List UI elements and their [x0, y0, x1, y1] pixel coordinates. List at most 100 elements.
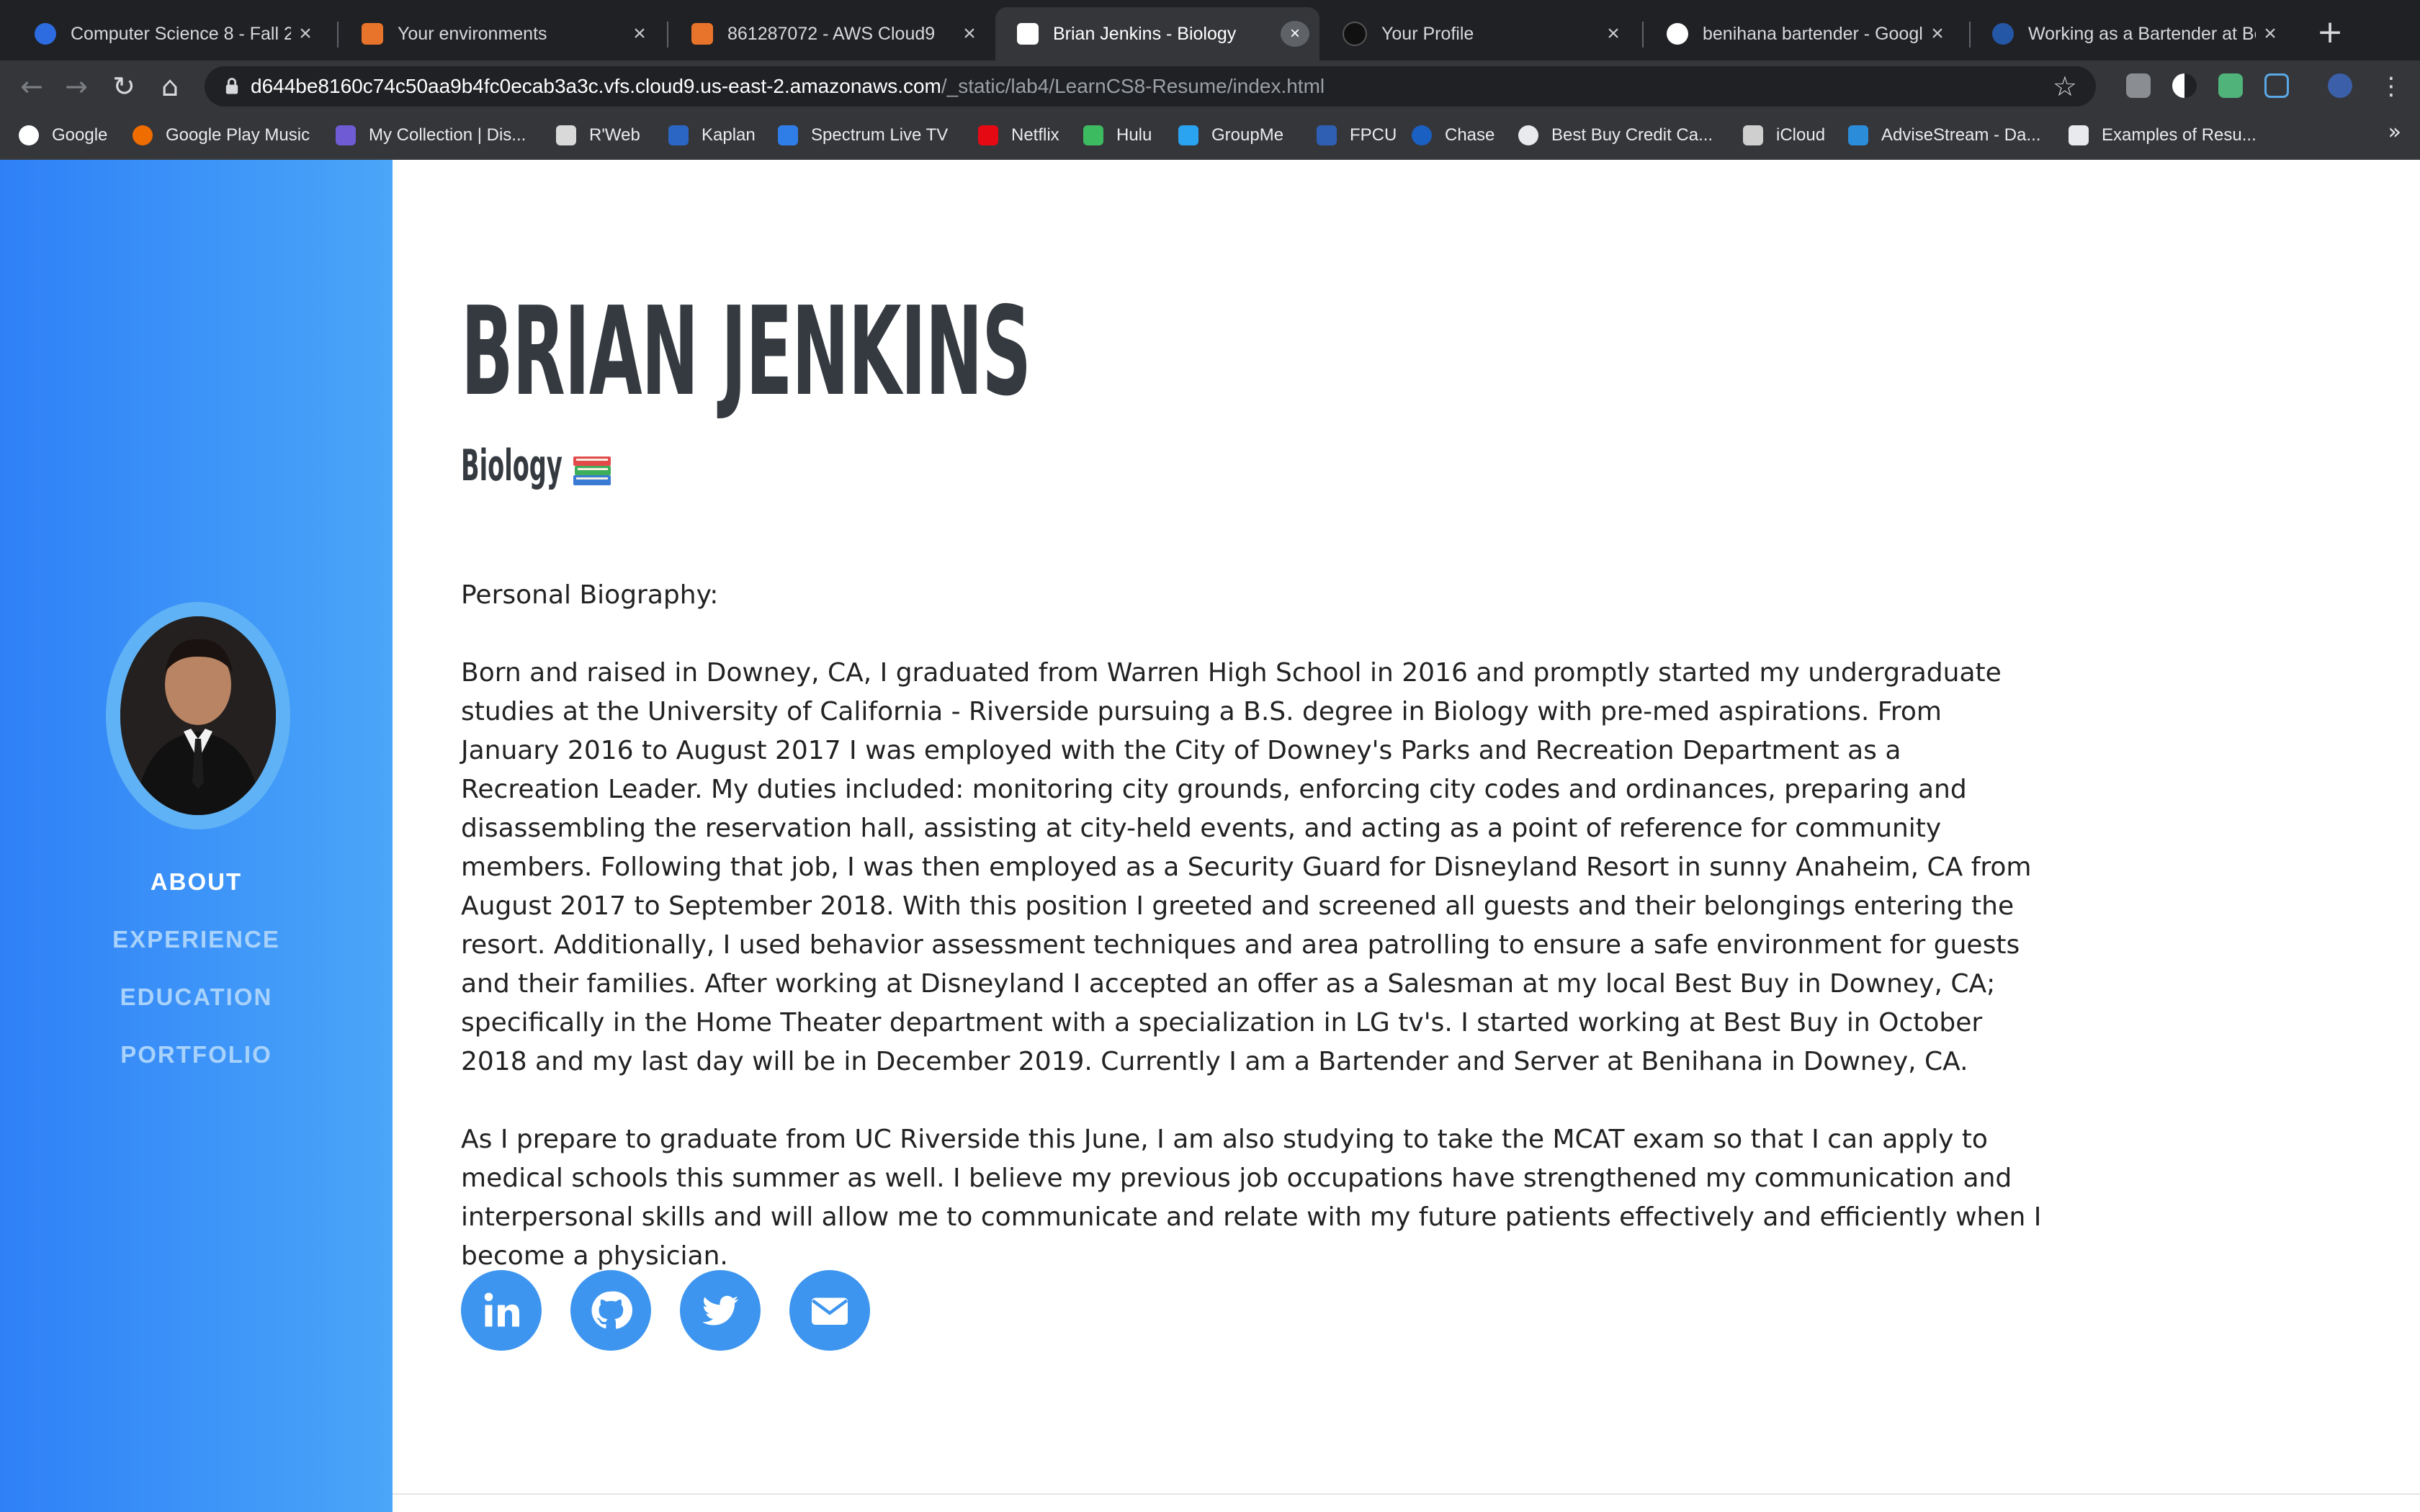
bookmark-label: GroupMe: [1211, 125, 1284, 145]
tab-title: benihana bartender - Google Search: [1703, 23, 1923, 44]
browser-tab[interactable]: benihana bartender - Google Search ×: [1645, 7, 1962, 60]
nav-link-experience[interactable]: EXPERIENCE: [0, 926, 393, 953]
bio-paragraph: Born and raised in Downey, CA, I graduat…: [461, 658, 2032, 1076]
extension-icon[interactable]: [2126, 73, 2151, 98]
tab-title: Your environments: [398, 23, 547, 44]
resume-page: ABOUT EXPERIENCE EDUCATION PORTFOLIO BRIAN …: [0, 160, 2420, 1512]
extension-icon[interactable]: [2218, 73, 2243, 98]
github-icon: [1343, 22, 1367, 46]
bookmark-item[interactable]: iCloud: [1743, 112, 1825, 158]
sidebar: ABOUT EXPERIENCE EDUCATION PORTFOLIO: [0, 160, 393, 1512]
dark-mode-extension-icon[interactable]: [2172, 73, 2197, 98]
ilearn-icon: [35, 23, 56, 45]
profile-avatar[interactable]: [2328, 73, 2352, 98]
tab-separator: [337, 22, 339, 48]
address-bar[interactable]: d644be8160c74c50aa9b4fc0ecab3a3c.vfs.clo…: [205, 66, 2096, 107]
tab-title: Your Profile: [1381, 23, 1474, 44]
github-icon: [591, 1291, 632, 1329]
email-button[interactable]: [789, 1270, 870, 1351]
bookmark-label: Kaplan: [702, 125, 756, 145]
bookmark-item[interactable]: Chase: [1412, 112, 1494, 158]
reload-button[interactable]: ↻: [107, 69, 141, 104]
close-icon[interactable]: ×: [291, 22, 320, 46]
lock-icon: [225, 78, 238, 94]
profile-photo: [120, 616, 276, 815]
bookmark-item[interactable]: Examples of Resu...: [2069, 112, 2257, 158]
bookmark-item[interactable]: My Collection | Dis...: [336, 112, 526, 158]
bookmark-item[interactable]: Kaplan: [668, 112, 756, 158]
twitter-button[interactable]: [680, 1270, 761, 1351]
new-tab-button[interactable]: +: [2312, 14, 2348, 50]
avatar: [106, 602, 290, 829]
nav-link-about[interactable]: ABOUT: [0, 868, 393, 896]
browser-tab[interactable]: 861287072 - AWS Cloud9 ×: [670, 7, 994, 60]
doc-icon: [2069, 125, 2089, 145]
bookmark-item[interactable]: Netflix: [978, 112, 1059, 158]
rweb-icon: [556, 125, 576, 145]
browser-tab[interactable]: Computer Science 8 - Fall 2019 ×: [13, 7, 330, 60]
bookmark-item[interactable]: GroupMe: [1178, 112, 1283, 158]
page-icon: [1017, 23, 1039, 45]
bookmark-label: Spectrum Live TV: [811, 125, 949, 145]
chase-icon: [1412, 125, 1432, 145]
bookmark-label: Chase: [1445, 125, 1495, 145]
bookmark-item[interactable]: AdviseStream - Da...: [1848, 112, 2040, 158]
page-title: BRIAN JENKINS: [461, 281, 1031, 423]
forward-button[interactable]: →: [59, 69, 94, 104]
google-icon: [19, 125, 39, 145]
bookmark-item[interactable]: Google: [19, 112, 107, 158]
hulu-icon: [1083, 125, 1103, 145]
url-path: /_static/lab4/LearnCS8-Resume/index.html: [941, 75, 1325, 97]
linkedin-icon: [484, 1292, 519, 1327]
bookmark-label: iCloud: [1776, 125, 1826, 145]
browser-tab[interactable]: Working as a Bartender at Benihana ×: [1971, 7, 2295, 60]
browser-toolbar: ← → ↻ ⌂ d644be8160c74c50aa9b4fc0ecab3a3c…: [0, 60, 2420, 112]
bookmark-label: Google Play Music: [166, 125, 310, 145]
kaplan-icon: [668, 125, 689, 145]
globe-icon: [1518, 125, 1538, 145]
bookmark-item[interactable]: Hulu: [1083, 112, 1152, 158]
browser-tab[interactable]: Your Profile ×: [1321, 7, 1638, 60]
bookmark-label: Hulu: [1116, 125, 1152, 145]
extension-icon[interactable]: [2264, 73, 2289, 98]
subtitle: Biology: [461, 441, 563, 491]
play-music-icon: [133, 125, 153, 145]
close-icon[interactable]: ×: [1923, 22, 1952, 46]
close-icon[interactable]: ×: [1599, 22, 1628, 46]
bookmark-item[interactable]: Google Play Music: [133, 112, 310, 158]
browser-tab-active[interactable]: Brian Jenkins - Biology ×: [995, 7, 1319, 60]
close-icon[interactable]: ×: [1281, 21, 1309, 47]
email-icon: [811, 1297, 848, 1325]
bio-heading: Personal Biography:: [461, 580, 719, 610]
netflix-icon: [978, 125, 998, 145]
browser-tab[interactable]: Your environments ×: [340, 7, 664, 60]
apple-icon: [1743, 125, 1763, 145]
home-button[interactable]: ⌂: [153, 69, 187, 104]
twitter-icon: [702, 1295, 738, 1326]
bookmark-item[interactable]: R'Web: [556, 112, 640, 158]
back-button[interactable]: ←: [14, 69, 49, 104]
close-icon[interactable]: ×: [2256, 22, 2285, 46]
bookmark-item[interactable]: FPCU: [1317, 112, 1397, 158]
aws-cloud9-icon: [691, 23, 713, 45]
tab-title: 861287072 - AWS Cloud9: [727, 23, 936, 44]
indeed-icon: [1992, 23, 2014, 45]
nav-link-education[interactable]: EDUCATION: [0, 984, 393, 1011]
bookmarks-overflow-button[interactable]: »: [2388, 120, 2401, 145]
close-icon[interactable]: ×: [955, 22, 984, 46]
bookmark-star-icon[interactable]: ☆: [2053, 71, 2077, 102]
menu-kebab-icon[interactable]: ⋮: [2374, 69, 2408, 104]
browser-tab-strip: Computer Science 8 - Fall 2019 × Your en…: [0, 0, 2420, 60]
books-icon: [573, 456, 611, 485]
github-button[interactable]: [570, 1270, 651, 1351]
aws-cloud9-icon: [362, 23, 383, 45]
nav-link-portfolio[interactable]: PORTFOLIO: [0, 1041, 393, 1068]
bookmark-item[interactable]: Spectrum Live TV: [778, 112, 948, 158]
url-host: d644be8160c74c50aa9b4fc0ecab3a3c.vfs.clo…: [251, 75, 941, 97]
bookmark-label: FPCU: [1350, 125, 1397, 145]
bookmark-item[interactable]: Best Buy Credit Ca...: [1518, 112, 1713, 158]
tab-title: Computer Science 8 - Fall 2019: [71, 23, 291, 44]
close-icon[interactable]: ×: [625, 22, 654, 46]
google-icon: [1667, 23, 1688, 45]
linkedin-button[interactable]: [461, 1270, 542, 1351]
